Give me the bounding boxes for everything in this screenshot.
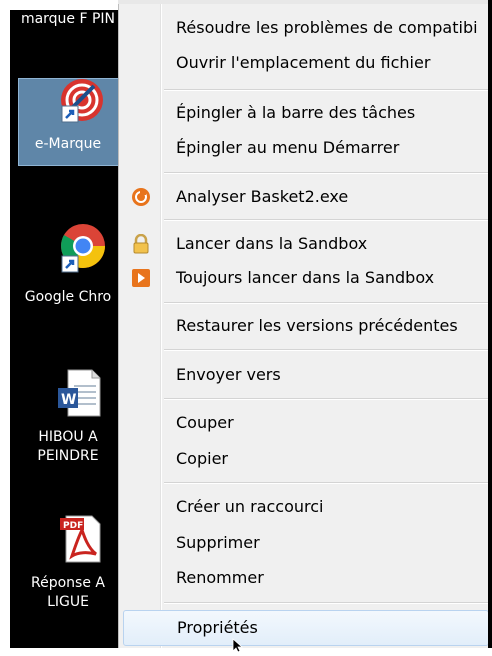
- menu-separator: [164, 349, 489, 351]
- menu-item-label: Analyser Basket2.exe: [176, 187, 349, 206]
- menu-separator: [164, 482, 489, 484]
- menu-item-label: Résoudre les problèmes de compatibi: [176, 18, 478, 37]
- menu-item-label: Épingler à la barre des tâches: [176, 103, 416, 122]
- menu-top-border: [118, 0, 492, 4]
- mouse-cursor-icon: [232, 637, 246, 656]
- menu-item-label: Toujours lancer dans la Sandbox: [176, 268, 435, 287]
- menu-separator: [164, 398, 489, 400]
- menu-item-create-shortcut[interactable]: Créer un raccourci: [119, 490, 489, 524]
- menu-separator: [164, 89, 489, 91]
- menu-separator: [164, 219, 489, 221]
- menu-item-pin-start-menu[interactable]: Épingler au menu Démarrer: [119, 131, 489, 165]
- desktop-icon-label[interactable]: PEINDRE: [10, 447, 126, 466]
- menu-item-scan-file[interactable]: Analyser Basket2.exe: [119, 180, 489, 214]
- menu-item-label: Propriétés: [177, 618, 258, 637]
- menu-separator: [164, 602, 489, 604]
- menu-item-label: Couper: [176, 413, 234, 432]
- context-menu: Résoudre les problèmes de compatibi Ouvr…: [118, 0, 492, 653]
- desktop-icon-label[interactable]: HIBOU A: [10, 428, 126, 447]
- menu-item-restore-previous-versions[interactable]: Restaurer les versions précédentes: [119, 309, 489, 343]
- screen-edge: [488, 0, 492, 648]
- menu-item-always-run-sandbox[interactable]: Toujours lancer dans la Sandbox: [119, 261, 489, 295]
- menu-item-label: Épingler au menu Démarrer: [176, 138, 400, 157]
- menu-item-open-file-location[interactable]: Ouvrir l'emplacement du fichier: [119, 46, 489, 80]
- word-document-icon[interactable]: W: [56, 368, 102, 422]
- menu-item-label: Envoyer vers: [176, 365, 281, 384]
- menu-item-delete[interactable]: Supprimer: [119, 526, 489, 560]
- menu-item-label: Ouvrir l'emplacement du fichier: [176, 53, 431, 72]
- sandbox-lock-icon: [131, 233, 151, 254]
- menu-item-cut[interactable]: Couper: [119, 406, 489, 440]
- menu-item-troubleshoot-compatibility[interactable]: Résoudre les problèmes de compatibi: [119, 11, 489, 45]
- menu-separator: [164, 302, 489, 304]
- menu-item-label: Restaurer les versions précédentes: [176, 316, 458, 335]
- menu-item-label: Créer un raccourci: [176, 497, 324, 516]
- svg-text:PDF: PDF: [63, 521, 83, 531]
- pdf-document-icon[interactable]: PDF: [54, 514, 104, 568]
- desktop-area: marque F PIN e-Marque Google Chro W HIBO…: [10, 10, 126, 648]
- menu-item-properties[interactable]: Propriétés: [123, 610, 489, 646]
- menu-item-label: Renommer: [176, 568, 264, 587]
- menu-item-send-to[interactable]: Envoyer vers: [119, 358, 489, 392]
- menu-item-label: Lancer dans la Sandbox: [176, 234, 368, 253]
- menu-item-rename[interactable]: Renommer: [119, 561, 489, 595]
- antivirus-scan-icon: [131, 187, 151, 207]
- chrome-icon[interactable]: [58, 222, 108, 278]
- desktop-icon-label[interactable]: e-Marque: [10, 135, 126, 154]
- menu-item-run-sandbox[interactable]: Lancer dans la Sandbox: [119, 227, 489, 261]
- menu-item-label: Supprimer: [176, 533, 260, 552]
- menu-item-copy[interactable]: Copier: [119, 442, 489, 476]
- desktop-icon-label[interactable]: LIGUE: [10, 593, 126, 612]
- menu-item-label: Copier: [176, 449, 228, 468]
- menu-separator: [164, 172, 489, 174]
- sandbox-arrow-icon: [131, 268, 151, 288]
- e-marque-app-icon[interactable]: [56, 78, 104, 138]
- desktop-icon-label[interactable]: marque F PIN: [10, 10, 126, 29]
- svg-text:W: W: [61, 392, 76, 408]
- menu-item-pin-taskbar[interactable]: Épingler à la barre des tâches: [119, 96, 489, 130]
- desktop-icon-label[interactable]: Réponse A: [10, 574, 126, 593]
- desktop-icon-label[interactable]: Google Chro: [10, 288, 126, 307]
